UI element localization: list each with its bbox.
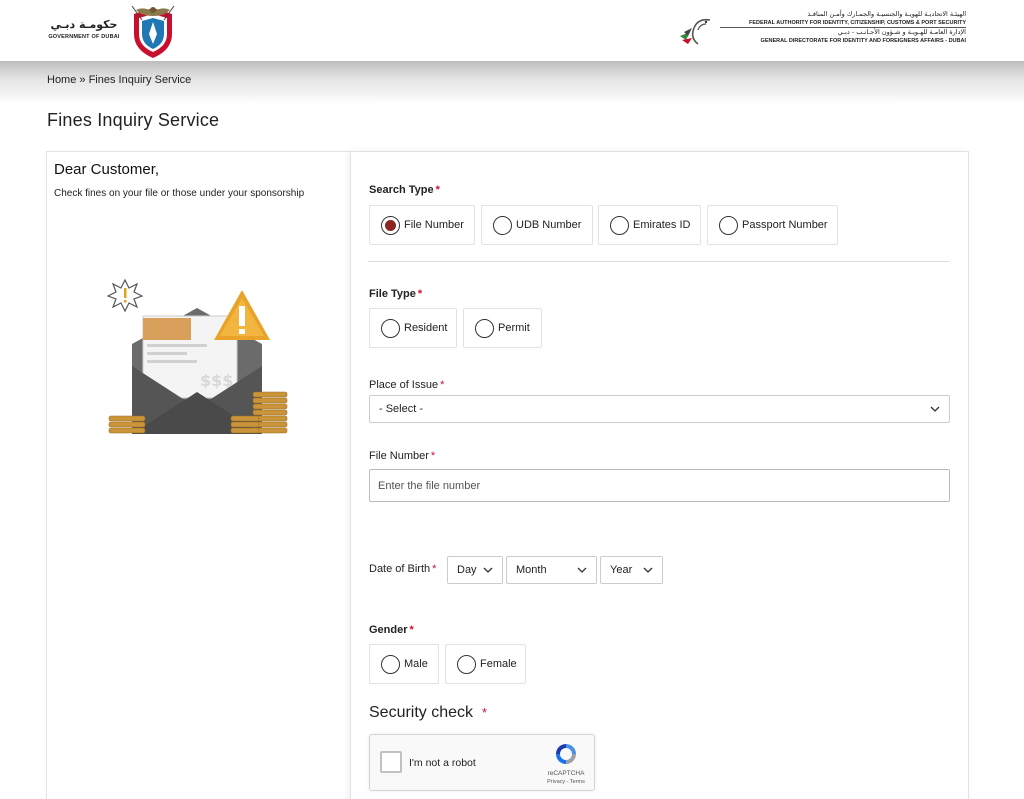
file-type-permit-radio[interactable]: Permit (463, 308, 542, 348)
radio-unchecked-icon[interactable] (381, 654, 400, 674)
breadcrumb: Home » Fines Inquiry Service (47, 74, 191, 86)
place-of-issue-select[interactable]: - Select - (369, 395, 950, 423)
intro-subtitle: Check fines on your file or those under … (54, 188, 305, 199)
file-type-resident-radio[interactable]: Resident (369, 308, 457, 348)
gender-label: Gender * (369, 624, 414, 636)
gdrfa-arabic-line-1: الهيئـة الاتحاديـة للهويـة والجنسيـة وال… (807, 10, 966, 18)
radio-unchecked-icon[interactable] (719, 215, 738, 235)
radio-unchecked-icon[interactable] (493, 215, 512, 235)
radio-checked-icon[interactable] (381, 215, 400, 235)
gov-logo-arabic: حكومـة دبـي (50, 18, 118, 31)
gdrfa-english-line-1: FEDERAL AUTHORITY FOR IDENTITY, CITIZENS… (749, 20, 966, 26)
recaptcha-widget: I'm not a robot reCAPTCHA Privacy - Term… (369, 734, 595, 791)
intro-panel: Dear Customer, Check fines on your file … (46, 151, 352, 799)
dubai-emblem-icon (131, 5, 175, 58)
page-title: Fines Inquiry Service (47, 110, 220, 130)
gender-male-radio[interactable]: Male (369, 644, 439, 684)
recaptcha-label: I'm not a robot (409, 757, 476, 769)
recaptcha-privacy-terms[interactable]: Privacy - Terms (540, 779, 592, 785)
chevron-down-icon (643, 567, 653, 573)
dob-month-select[interactable]: Month (506, 556, 597, 584)
search-type-passport-number-radio[interactable]: Passport Number (707, 205, 838, 245)
chevron-down-icon (483, 567, 493, 573)
dob-year-select[interactable]: Year (600, 556, 663, 584)
gdrfa-english-line-2: GENERAL DIRECTORATE FOR IDENTITY AND FOR… (760, 38, 966, 44)
gov-logo-english: GOVERNMENT OF DUBAI (48, 34, 120, 40)
chevron-down-icon (577, 567, 587, 573)
breadcrumb-home-link[interactable]: Home (47, 74, 76, 86)
search-type-label: Search Type * (369, 184, 440, 196)
breadcrumb-current: Fines Inquiry Service (88, 74, 192, 86)
radio-unchecked-icon[interactable] (381, 318, 400, 338)
file-number-label: File Number * (369, 450, 436, 462)
gender-female-radio[interactable]: Female (445, 644, 526, 684)
dob-day-select[interactable]: Day (447, 556, 503, 584)
radio-unchecked-icon[interactable] (475, 318, 494, 338)
site-header: حكومـة دبـي GOVERNMENT OF DUBAI الهيئـة … (0, 0, 1024, 61)
gdrfa-logo[interactable]: الهيئـة الاتحاديـة للهويـة والجنسيـة وال… (676, 8, 966, 52)
gdrfa-arabic-line-2: الإدارة العامـة للهـويـة و شـؤون الأجـان… (720, 27, 966, 37)
chevron-down-icon (930, 406, 940, 412)
government-of-dubai-logo[interactable]: حكومـة دبـي GOVERNMENT OF DUBAI (44, 4, 184, 58)
file-type-label: File Type * (369, 288, 423, 300)
search-type-file-number-radio[interactable]: File Number (369, 205, 475, 245)
breadcrumb-separator: » (76, 74, 89, 86)
recaptcha-checkbox[interactable] (380, 751, 402, 773)
radio-unchecked-icon[interactable] (457, 654, 476, 674)
greeting-heading: Dear Customer, (54, 161, 160, 178)
search-type-udb-number-radio[interactable]: UDB Number (481, 205, 593, 245)
recaptcha-logo-icon (556, 744, 576, 764)
recaptcha-brand: reCAPTCHA (547, 770, 585, 777)
search-type-emirates-id-radio[interactable]: Emirates ID (598, 205, 701, 245)
security-check-heading: Security check * (369, 704, 488, 721)
place-of-issue-label: Place of Issue * (369, 379, 445, 391)
file-number-input[interactable] (369, 469, 950, 502)
date-of-birth-label: Date of Birth * (369, 563, 437, 575)
illustration-dollar-text: $$$ (200, 371, 233, 390)
fines-envelope-illustration: $$$ (107, 278, 288, 434)
falcon-logo-icon (680, 18, 711, 45)
radio-unchecked-icon[interactable] (610, 215, 629, 235)
section-divider (368, 261, 949, 262)
